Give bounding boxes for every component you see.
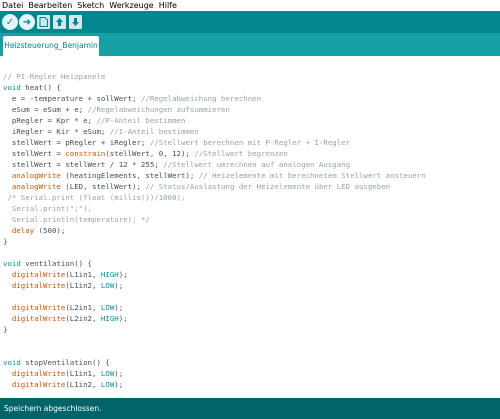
code-line: digitalWrite(L1in1, LOW); <box>11 369 124 378</box>
code-line: /* Serial.print (float (millis())/1000); <box>3 193 186 202</box>
code-line: eSum = eSum + e; //Regelabweichungen auf… <box>3 105 230 114</box>
menu-item-datei[interactable]: Datei <box>2 0 23 11</box>
upload-button[interactable]: ➜ <box>19 14 35 30</box>
code-editor[interactable]: // PI-Regler Heizpanele void heat() { e =… <box>0 56 500 398</box>
code-line: analogWrite (heatingElements, stellWert)… <box>11 171 426 180</box>
code-line: delay (500); <box>11 226 66 235</box>
code-line: stellWert = stellWert / 12 * 255; //Stel… <box>3 160 351 169</box>
verify-button[interactable]: ✓ <box>2 14 18 30</box>
code-line: stellWert = constrain(stellWert, 0, 12);… <box>3 149 288 158</box>
check-icon: ✓ <box>5 16 15 28</box>
menu-item-hilfe[interactable]: Hilfe <box>159 0 177 11</box>
code-line: void ventilation() { <box>3 259 93 268</box>
save-icon <box>72 18 79 26</box>
status-bar: Speichern abgeschlossen. <box>0 398 500 419</box>
code-line: stellWert = pRegler + iRegler; //Stellwe… <box>3 138 351 147</box>
code-line: digitalWrite(L1in2, LOW); <box>11 380 124 389</box>
code-line: Serial.println(temperature); */ <box>3 215 150 224</box>
code-line: analogWrite (LED, stellWert); // Status/… <box>11 182 391 191</box>
open-icon <box>56 18 63 26</box>
code-line: digitalWrite(L1in1, HIGH); <box>11 270 128 279</box>
save-button[interactable] <box>69 15 82 29</box>
code-line: Serial.print(";"); <box>3 204 92 213</box>
open-button[interactable] <box>53 15 66 29</box>
code-line: digitalWrite(L2in2, HIGH); <box>11 314 128 323</box>
tab-bar: Heizsteuerung_Benjamin <box>0 33 500 56</box>
code-line: } <box>3 325 8 334</box>
menu-item-sketch[interactable]: Sketch <box>77 0 104 11</box>
code-line: pRegler = Kpr * e; //P-Anteil bestimmen <box>3 116 186 125</box>
code-line: digitalWrite(L2in1, LOW); <box>11 303 124 312</box>
menu-item-bearbeiten[interactable]: Bearbeiten <box>28 0 72 11</box>
code-line: digitalWrite(L1in2, LOW); <box>11 281 124 290</box>
code-line: e = -temperature + sollWert; //Regelabwe… <box>3 94 262 103</box>
code-line: iRegler = Kir * eSum; //I-Anteil bestimm… <box>3 127 199 136</box>
new-file-icon <box>39 17 48 27</box>
code-line: void stopVentilation() { <box>3 358 110 367</box>
new-button[interactable] <box>37 15 50 29</box>
tab-heizsteuerung[interactable]: Heizsteuerung_Benjamin <box>3 36 99 56</box>
menu-bar: Datei Bearbeiten Sketch Werkzeuge Hilfe <box>0 0 500 11</box>
code-line: // PI-Regler Heizpanele <box>3 72 106 81</box>
code-line: void heat() { <box>3 83 61 92</box>
menu-item-werkzeuge[interactable]: Werkzeuge <box>109 0 153 11</box>
status-message: Speichern abgeschlossen. <box>4 404 102 413</box>
toolbar: ✓ ➜ <box>0 11 500 33</box>
arrow-right-icon: ➜ <box>22 16 32 28</box>
code-line: } <box>3 237 8 246</box>
